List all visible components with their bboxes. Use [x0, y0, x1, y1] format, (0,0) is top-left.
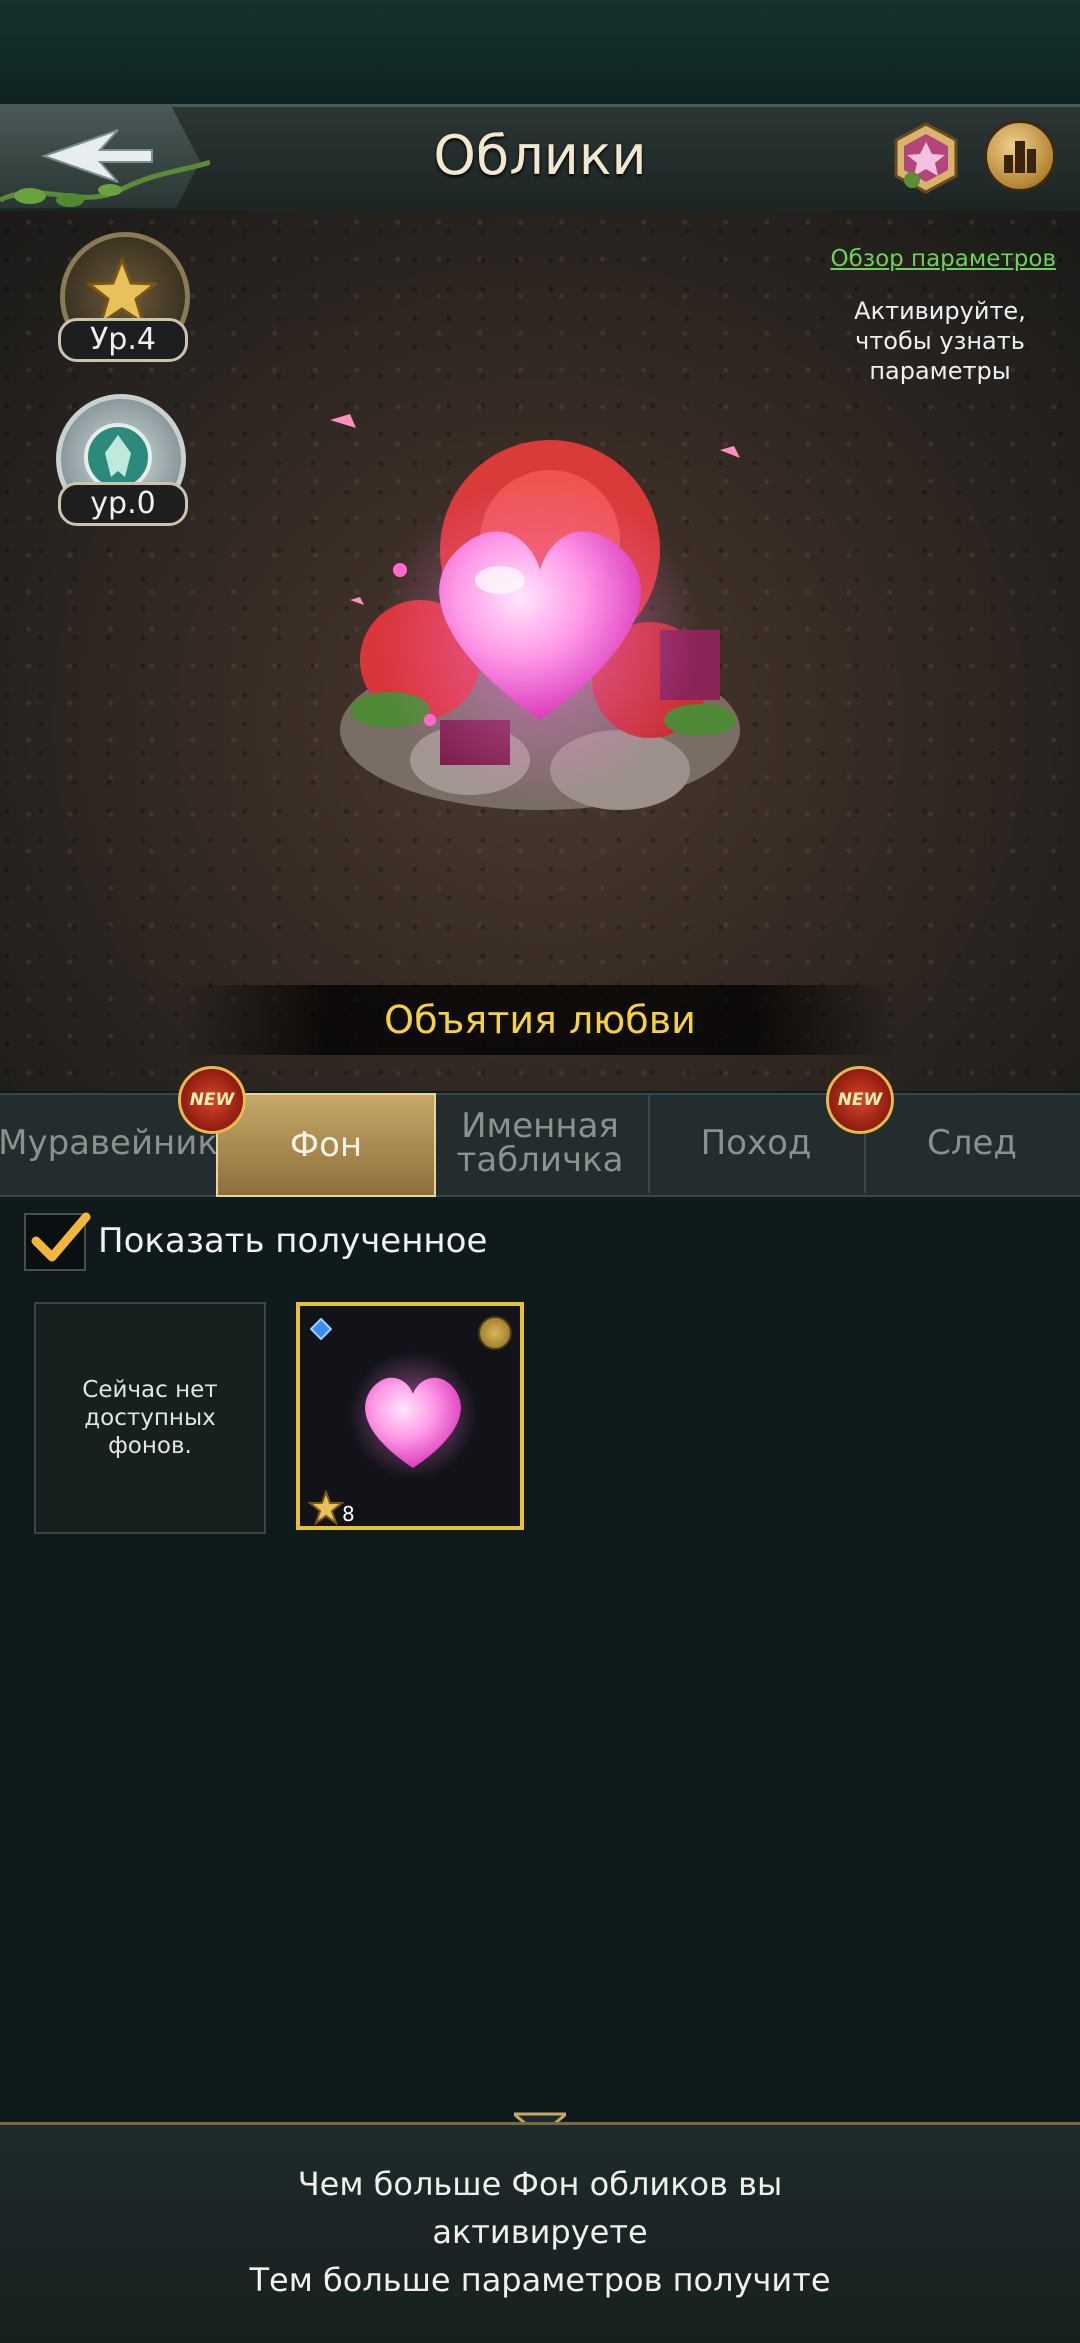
empty-backgrounds-text: Сейчас нет доступных фонов. [82, 1377, 218, 1459]
ranking-button[interactable] [984, 120, 1056, 192]
tab-nameplate[interactable]: Именная табличка [432, 1093, 650, 1193]
checkmark-icon [31, 1212, 91, 1262]
rarity-gem-icon [310, 1318, 332, 1340]
footer-text: Чем больше Фон обликов вы активируете Те… [0, 2160, 1080, 2304]
params-note: Активируйте, чтобы узнать параметры [854, 297, 1026, 385]
tab-trail-label: След [927, 1123, 1017, 1163]
skin-name: Объятия любви [384, 998, 696, 1042]
tab-anthill-label: Муравейник [0, 1123, 218, 1163]
status-area [0, 0, 1080, 104]
coin-icon [478, 1316, 512, 1350]
footer-line-1: Чем больше Фон обликов вы [297, 2165, 783, 2203]
ranking-icon [1004, 141, 1036, 173]
tab-trail[interactable]: След [864, 1093, 1080, 1193]
star-icon [87, 257, 157, 327]
tab-march-label: Поход [700, 1123, 812, 1163]
love-embrace-preview [330, 414, 740, 810]
tab-background[interactable]: Фон [216, 1093, 436, 1197]
footer-line-2: активируете [432, 2213, 648, 2251]
gem-icon[interactable] [890, 122, 962, 194]
tab-background-label: Фон [289, 1125, 363, 1165]
star-rating-icon [308, 1490, 344, 1526]
shield-level-label: ур.0 [58, 482, 188, 526]
params-overview-link[interactable]: Обзор параметров [831, 246, 1056, 272]
tab-nameplate-label: Именная табличка [456, 1106, 624, 1180]
footer-line-3: Тем больше параметров получите [249, 2261, 831, 2299]
heart-icon [349, 1351, 477, 1479]
star-level-label: Ур.4 [58, 318, 188, 362]
new-badge-march: NEW [826, 1066, 894, 1134]
new-badge-anthill: NEW [178, 1066, 246, 1134]
empty-backgrounds-card: Сейчас нет доступных фонов. [34, 1302, 266, 1534]
show-obtained-label: Показать полученное [98, 1221, 488, 1261]
star-count: 8 [342, 1502, 355, 1526]
skin-item-card[interactable]: 8 [296, 1302, 524, 1530]
show-obtained-checkbox[interactable] [24, 1212, 91, 1271]
